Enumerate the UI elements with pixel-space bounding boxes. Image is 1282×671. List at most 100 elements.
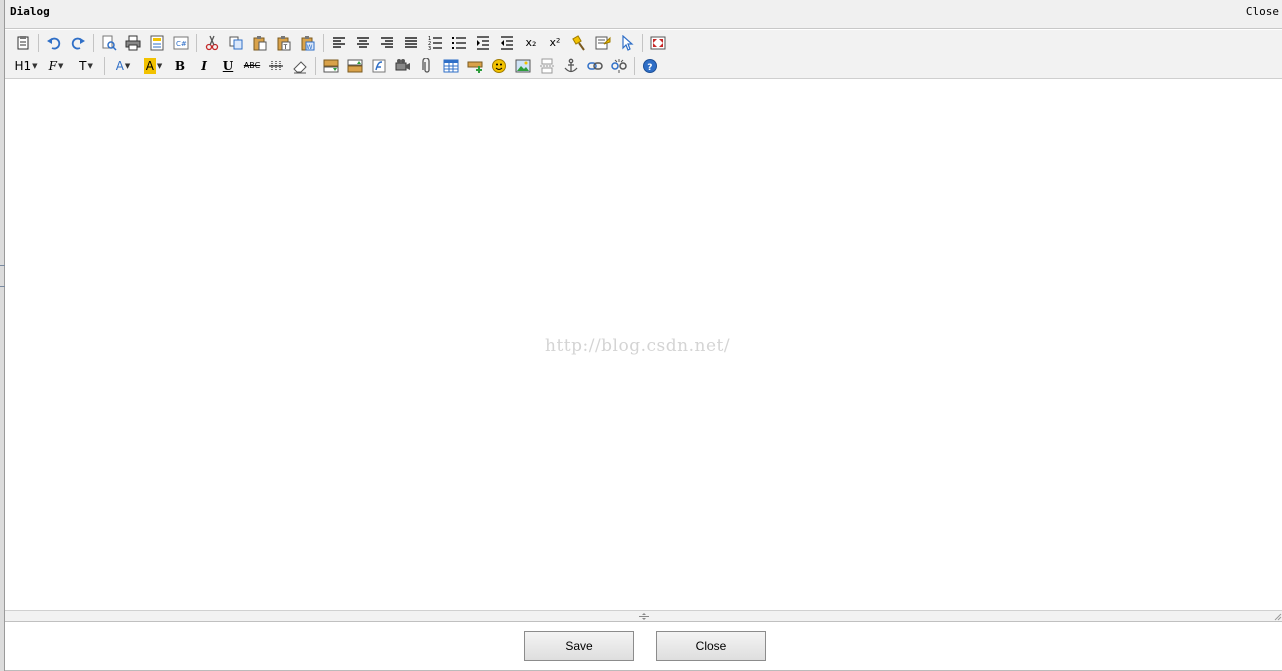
print-button[interactable] bbox=[121, 33, 145, 53]
underline-button[interactable]: U bbox=[216, 56, 240, 76]
copy-icon bbox=[229, 36, 243, 50]
redo-icon bbox=[71, 37, 85, 50]
clear-format-button[interactable] bbox=[288, 56, 312, 76]
save-button[interactable]: Save bbox=[524, 631, 634, 661]
background-color-dropdown[interactable]: A ▼ bbox=[138, 56, 168, 76]
paste-button[interactable] bbox=[248, 33, 272, 53]
code-snippet-icon: C# bbox=[173, 36, 189, 50]
copy-button[interactable] bbox=[224, 33, 248, 53]
subscript-button[interactable]: x₂ bbox=[519, 33, 543, 53]
insert-row-before-button[interactable] bbox=[319, 56, 343, 76]
align-center-button[interactable] bbox=[351, 33, 375, 53]
print-icon bbox=[125, 35, 141, 51]
preview-button[interactable] bbox=[97, 33, 121, 53]
table-icon bbox=[443, 59, 459, 73]
horizontal-rule-icon bbox=[269, 61, 283, 71]
dialog-window: Dialog Close C# T W 1 2 3 x₂ x² H1 ▼ F ▼… bbox=[5, 0, 1282, 671]
help-button[interactable]: ? bbox=[638, 56, 662, 76]
scissors-icon bbox=[205, 35, 219, 51]
help-icon: ? bbox=[643, 59, 657, 73]
italic-label: I bbox=[201, 59, 207, 73]
align-center-icon bbox=[357, 37, 369, 48]
editor-content-area[interactable]: http://blog.csdn.net/ bbox=[5, 80, 1282, 610]
indent-button[interactable] bbox=[471, 33, 495, 53]
horizontal-rule-button[interactable] bbox=[264, 56, 288, 76]
toolbar-separator bbox=[634, 57, 635, 75]
insert-image-above-icon bbox=[323, 59, 339, 73]
insert-video-button[interactable] bbox=[391, 56, 415, 76]
video-icon bbox=[395, 59, 410, 71]
ordered-list-button[interactable]: 123 bbox=[423, 33, 447, 53]
subscript-label: x₂ bbox=[525, 36, 537, 49]
insert-row-after-button[interactable] bbox=[343, 56, 367, 76]
align-left-button[interactable] bbox=[327, 33, 351, 53]
paste-icon bbox=[253, 36, 267, 51]
font-size-dropdown[interactable]: T ▼ bbox=[71, 56, 101, 76]
undo-button[interactable] bbox=[42, 33, 66, 53]
align-right-icon bbox=[381, 37, 393, 48]
font-family-dropdown[interactable]: F ▼ bbox=[41, 56, 71, 76]
paste-word-button[interactable]: W bbox=[296, 33, 320, 53]
align-justify-button[interactable] bbox=[399, 33, 423, 53]
auto-format-button[interactable] bbox=[591, 33, 615, 53]
paste-text-button[interactable]: T bbox=[272, 33, 296, 53]
font-color-dropdown[interactable]: A ▼ bbox=[108, 56, 138, 76]
unlink-button[interactable] bbox=[607, 56, 631, 76]
italic-button[interactable]: I bbox=[192, 56, 216, 76]
template-button[interactable] bbox=[145, 33, 169, 53]
smiley-icon bbox=[492, 59, 506, 73]
preview-icon bbox=[102, 35, 117, 51]
corner-grip-icon[interactable] bbox=[1273, 612, 1282, 621]
superscript-button[interactable]: x² bbox=[543, 33, 567, 53]
fullscreen-button[interactable] bbox=[646, 33, 670, 53]
unordered-list-button[interactable] bbox=[447, 33, 471, 53]
align-justify-icon bbox=[405, 37, 417, 48]
code-snippet-button[interactable]: C# bbox=[169, 33, 193, 53]
insert-row-button[interactable] bbox=[463, 56, 487, 76]
flash-icon bbox=[372, 59, 386, 73]
insert-image-button[interactable] bbox=[511, 56, 535, 76]
outdent-button[interactable] bbox=[495, 33, 519, 53]
svg-text:3: 3 bbox=[428, 46, 431, 51]
insert-attachment-button[interactable] bbox=[415, 56, 439, 76]
dialog-titlebar: Dialog Close bbox=[5, 0, 1282, 29]
strikethrough-button[interactable]: ABC bbox=[240, 56, 264, 76]
chevron-down-icon: ▼ bbox=[57, 62, 64, 70]
background-color-label: A bbox=[143, 58, 156, 74]
insert-emoticon-button[interactable] bbox=[487, 56, 511, 76]
heading-label: H1 bbox=[14, 59, 32, 73]
insert-table-button[interactable] bbox=[439, 56, 463, 76]
svg-text:W: W bbox=[307, 44, 313, 51]
paste-text-icon: T bbox=[277, 36, 291, 51]
dialog-close-link[interactable]: Close bbox=[1246, 5, 1279, 18]
align-left-icon bbox=[333, 37, 345, 48]
page-break-button[interactable] bbox=[535, 56, 559, 76]
align-right-button[interactable] bbox=[375, 33, 399, 53]
image-icon bbox=[515, 59, 531, 73]
toolbar-separator bbox=[93, 34, 94, 52]
cut-button[interactable] bbox=[200, 33, 224, 53]
indent-icon bbox=[477, 36, 489, 50]
select-all-button[interactable] bbox=[615, 33, 639, 53]
link-icon bbox=[587, 62, 603, 70]
insert-anchor-button[interactable] bbox=[559, 56, 583, 76]
close-button[interactable]: Close bbox=[656, 631, 766, 661]
resize-handle-icon[interactable] bbox=[637, 612, 651, 621]
paste-word-icon: W bbox=[301, 36, 315, 51]
insert-flash-button[interactable] bbox=[367, 56, 391, 76]
fullscreen-icon bbox=[650, 36, 666, 50]
format-painter-button[interactable] bbox=[567, 33, 591, 53]
source-code-button[interactable] bbox=[11, 33, 35, 53]
toolbar-separator bbox=[642, 34, 643, 52]
bold-button[interactable]: B bbox=[168, 56, 192, 76]
superscript-label: x² bbox=[549, 36, 561, 49]
redo-button[interactable] bbox=[66, 33, 90, 53]
insert-link-button[interactable] bbox=[583, 56, 607, 76]
font-size-label: T bbox=[79, 59, 87, 73]
dialog-title: Dialog bbox=[10, 5, 50, 18]
insert-image-below-icon bbox=[347, 59, 363, 73]
heading-dropdown[interactable]: H1 ▼ bbox=[11, 56, 41, 76]
chevron-down-icon: ▼ bbox=[156, 62, 163, 70]
dialog-footer: Save Close bbox=[5, 622, 1282, 671]
add-row-icon bbox=[467, 61, 483, 73]
